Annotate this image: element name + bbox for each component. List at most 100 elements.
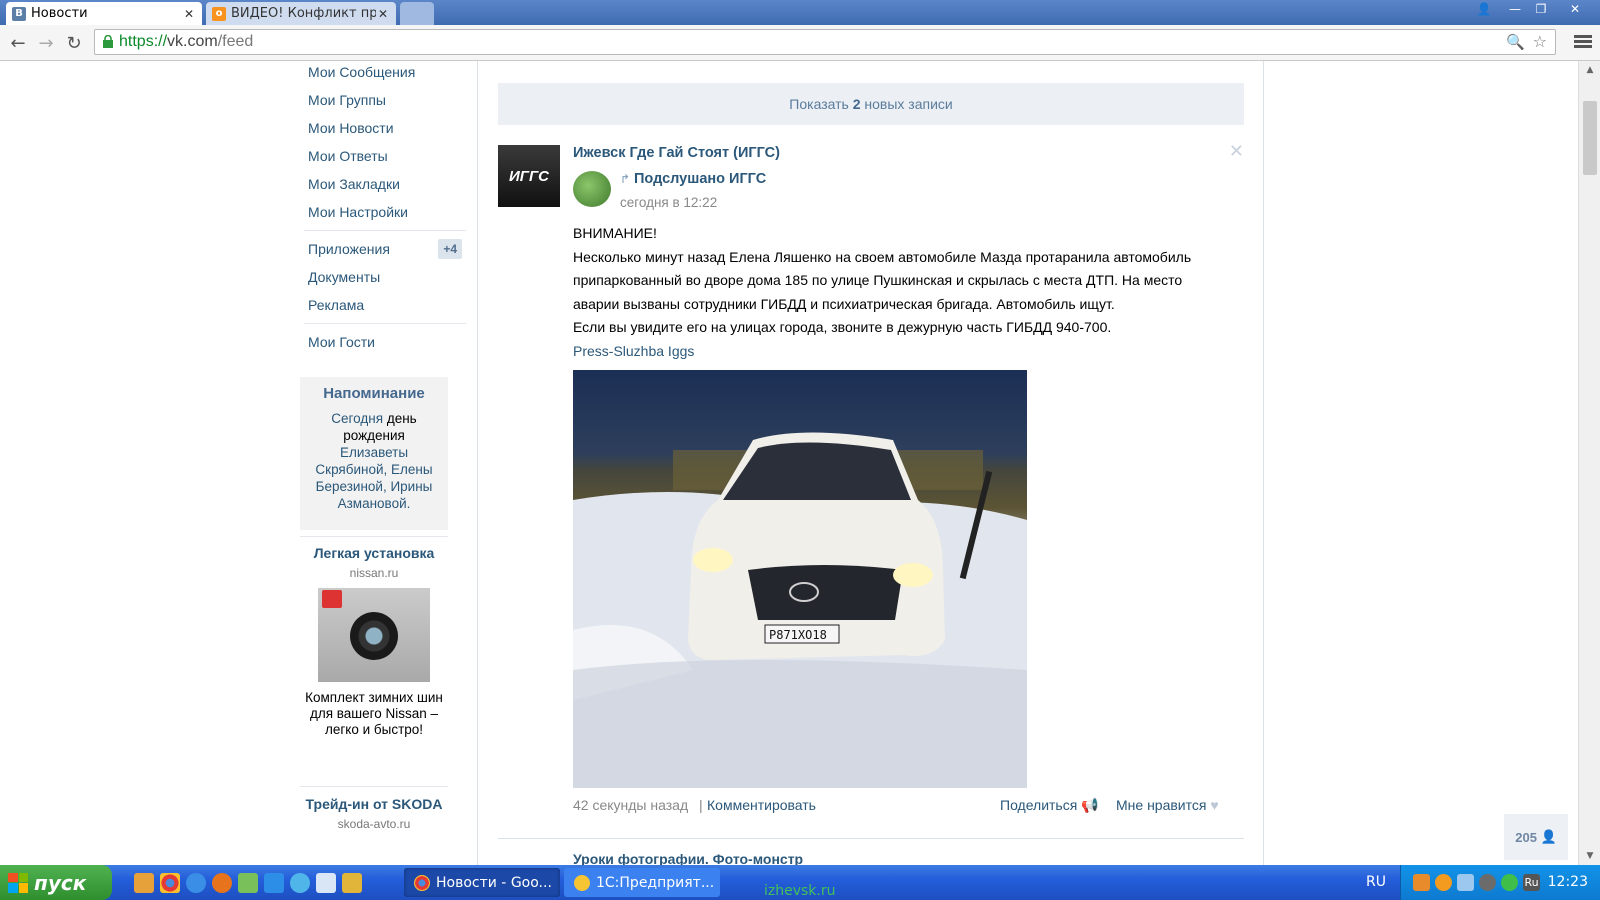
close-tab-icon[interactable]: ✕: [376, 7, 390, 21]
tray-app-icon[interactable]: [1435, 874, 1452, 891]
ad-tire-image[interactable]: [318, 588, 430, 682]
scroll-up-icon[interactable]: ▲: [1579, 65, 1600, 75]
windows-flag-icon: [8, 872, 28, 893]
reminder-title: Напоминание: [323, 385, 425, 402]
network-icon[interactable]: [1457, 874, 1474, 891]
ad-text[interactable]: Комплект зимних шин для вашего Nissan – …: [300, 690, 448, 738]
ok-favicon-icon: o: [212, 6, 226, 21]
tab-video[interactable]: o ВИДЕО! Конфликт пр ✕: [206, 2, 396, 25]
repost-arrow-icon: ↱: [620, 172, 631, 186]
firefox-icon[interactable]: [212, 873, 232, 893]
browser-toolbar: ← → ↻ https://vk.com/feed 🔍 ☆: [0, 25, 1600, 61]
menu-groups[interactable]: Мои Группы: [300, 86, 470, 114]
tab-news[interactable]: В Новости ✕: [6, 2, 202, 25]
ad-domain: skoda-avto.ru: [337, 817, 411, 831]
menu-bookmarks[interactable]: Мои Закладки: [300, 170, 470, 198]
menu-documents[interactable]: Документы: [300, 263, 470, 291]
browser-menu-icon[interactable]: [1574, 33, 1592, 51]
zoom-icon[interactable]: 🔍: [1506, 33, 1525, 51]
menu-settings[interactable]: Мои Настройки: [300, 198, 470, 226]
tab-title: Новости: [31, 6, 88, 21]
browser-tab-strip: В Новости ✕ o ВИДЕО! Конфликт пр ✕ 👤 — ❐…: [0, 0, 1600, 25]
bookmark-star-icon[interactable]: ☆: [1533, 32, 1547, 51]
forward-arrow-icon[interactable]: →: [34, 31, 58, 55]
nissan-logo-icon: [322, 590, 342, 608]
start-button[interactable]: пуск: [0, 865, 112, 900]
post-text-line: ВНИМАНИЕ!: [573, 225, 657, 241]
vk-favicon-icon: В: [12, 6, 26, 21]
heart-icon: ♥: [1210, 797, 1219, 813]
post-text-line: Если вы увидите его на улицах города, зв…: [573, 319, 1112, 336]
close-window-icon[interactable]: ✕: [1562, 0, 1588, 18]
taskbar-chrome-window[interactable]: Новости - Goo...: [404, 868, 560, 897]
reminder-text[interactable]: Сегодня день рождения Елизаветы Скрябино…: [306, 410, 442, 512]
post-age[interactable]: 42 секунды назад: [573, 797, 688, 813]
menu-guests[interactable]: Мои Гости: [300, 328, 470, 356]
quicklaunch-app-icon[interactable]: [238, 873, 258, 893]
watermark-text: izhevsk.ru: [764, 883, 836, 899]
chrome-icon[interactable]: [160, 873, 180, 893]
chrome-icon: [414, 874, 430, 891]
post-signature-link[interactable]: Press-Sluzhba Iggs: [573, 340, 1233, 364]
volume-icon[interactable]: [1413, 874, 1430, 891]
tab-title: ВИДЕО! Конфликт пр: [231, 6, 376, 21]
show-new-posts-button[interactable]: Показать 2 новых записи: [498, 83, 1244, 125]
reload-icon[interactable]: ↻: [62, 31, 86, 55]
post-time[interactable]: сегодня в 12:22: [620, 195, 717, 210]
repost-avatar[interactable]: [573, 171, 611, 207]
taskbar-1c-window[interactable]: 1С:Предприят...: [564, 868, 720, 897]
language-indicator[interactable]: RU: [1366, 874, 1386, 890]
ad-divider: [300, 786, 448, 787]
tray-app-icon[interactable]: [1479, 874, 1496, 891]
address-bar[interactable]: https://vk.com/feed 🔍 ☆: [94, 29, 1556, 55]
scroll-down-icon[interactable]: ▼: [1579, 851, 1600, 861]
new-tab-button[interactable]: [400, 2, 434, 25]
menu-messages[interactable]: Мои Сообщения: [300, 61, 470, 86]
page-scrollbar[interactable]: ▲ ▼: [1578, 61, 1600, 865]
online-friends-counter[interactable]: 205 👤: [1504, 814, 1568, 860]
menu-ads[interactable]: Реклама: [300, 291, 470, 319]
menu-divider: [304, 230, 466, 231]
tray-app-icon[interactable]: [1501, 874, 1518, 891]
like-button[interactable]: Мне нравится ♥: [1116, 797, 1219, 813]
tire-icon: [350, 612, 398, 660]
quicklaunch-app-icon[interactable]: [264, 873, 284, 893]
ad-nissan[interactable]: Легкая установка nissan.ru Комплект зимн…: [300, 545, 448, 738]
vk-page: Мои Сообщения Мои Группы Мои Новости Мои…: [0, 61, 1578, 865]
quicklaunch-app-icon[interactable]: [290, 873, 310, 893]
ad-skoda[interactable]: Трейд-ин от SKODA skoda-avto.ru: [300, 796, 448, 831]
minimize-icon[interactable]: —: [1502, 0, 1528, 18]
next-post-author[interactable]: Уроки фотографии. Фото-монстр: [573, 851, 803, 865]
restore-icon[interactable]: ❐: [1528, 0, 1554, 18]
person-icon: 👤: [1540, 829, 1557, 844]
keyboard-layout-icon[interactable]: Ru: [1523, 874, 1540, 891]
system-clock[interactable]: 12:23: [1548, 874, 1588, 890]
scrollbar-thumb[interactable]: [1583, 101, 1597, 175]
quicklaunch-app-icon[interactable]: [134, 873, 154, 893]
ad-title[interactable]: Трейд-ин от SKODA: [300, 796, 448, 813]
share-button[interactable]: Поделиться 📢: [1000, 797, 1099, 814]
lock-icon: [103, 35, 113, 48]
post-text-line: Несколько минут назад Елена Ляшенко на с…: [573, 248, 1192, 265]
back-arrow-icon[interactable]: ←: [6, 31, 30, 55]
car-photo-drawing: Р871ХО18: [573, 432, 1027, 788]
menu-answers[interactable]: Мои Ответы: [300, 142, 470, 170]
post-text: ВНИМАНИЕ! Несколько минут назад Елена Ля…: [573, 222, 1233, 364]
repost-source[interactable]: Подслушано ИГГС: [634, 171, 766, 187]
post-text-line: припаркованный во дворе дома 185 по улиц…: [573, 272, 1183, 289]
group-avatar[interactable]: ИГГС: [498, 145, 560, 207]
user-profile-icon[interactable]: 👤: [1471, 0, 1497, 18]
hide-post-icon[interactable]: ✕: [1229, 141, 1244, 162]
quicklaunch-app-icon[interactable]: [342, 873, 362, 893]
menu-news[interactable]: Мои Новости: [300, 114, 470, 142]
apps-count-badge[interactable]: +4: [438, 239, 462, 259]
post-author[interactable]: Ижевск Где Гай Стоят (ИГГС): [573, 145, 780, 161]
post-text-line: аварии вызваны сотрудники ГИБДД и психиа…: [573, 295, 1115, 312]
comment-link[interactable]: Комментировать: [707, 797, 816, 813]
internet-explorer-icon[interactable]: [186, 873, 206, 893]
ad-title[interactable]: Легкая установка: [300, 545, 448, 562]
close-tab-icon[interactable]: ✕: [182, 7, 196, 21]
post-photo[interactable]: Р871ХО18: [573, 370, 1027, 788]
news-feed: Показать 2 новых записи ИГГС Ижевск Где …: [477, 61, 1264, 865]
quicklaunch-app-icon[interactable]: [316, 873, 336, 893]
